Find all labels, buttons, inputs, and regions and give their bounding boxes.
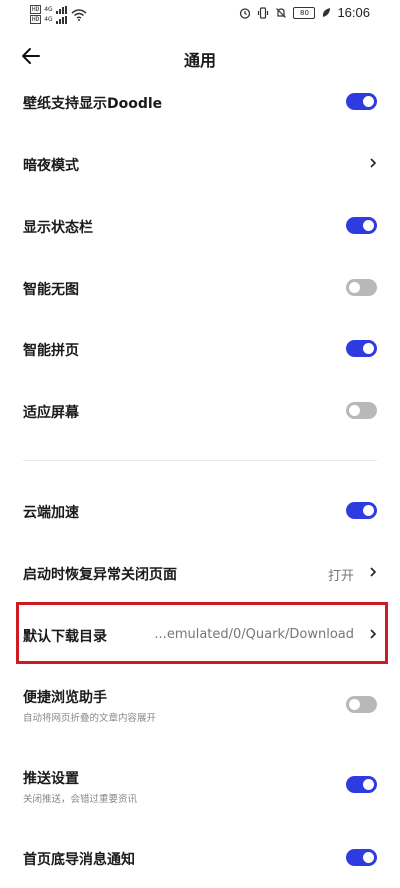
setting-label: 推送设置 (23, 771, 79, 787)
chevron-right-icon (370, 567, 377, 577)
setting-no-image[interactable]: 智能无图 (0, 256, 400, 316)
setting-status-bar[interactable]: 显示状态栏 (0, 194, 400, 254)
page-title: 通用 (183, 51, 216, 70)
signal-icon (55, 5, 67, 14)
section-divider (23, 460, 377, 461)
chevron-right-icon (370, 158, 377, 168)
status-bar-right: 80 16:06 (239, 5, 370, 20)
leaf-icon (323, 7, 331, 17)
setting-restore-pages[interactable]: 启动时恢复异常关闭页面 打开 (0, 542, 400, 602)
sim1-badge: HD (30, 5, 42, 14)
toggle-knob (363, 505, 374, 516)
setting-label: 云端加速 (23, 505, 79, 521)
no-image-toggle[interactable] (346, 279, 377, 296)
setting-label: 显示状态栏 (23, 220, 93, 236)
setting-label: 智能拼页 (23, 343, 79, 359)
setting-fit-screen[interactable]: 适应屏幕 (0, 379, 400, 439)
setting-dark-mode[interactable]: 暗夜模式 (0, 133, 400, 193)
setting-label: 暗夜模式 (23, 158, 79, 174)
clock: 16:06 (337, 5, 370, 20)
battery-icon: 80 (293, 6, 316, 19)
vibrate-icon (258, 6, 269, 19)
status-bar-left: HD 4G HD 4G (30, 5, 87, 24)
fit-screen-toggle[interactable] (346, 402, 377, 419)
network-type-2: 4G (44, 16, 53, 23)
doodle-toggle[interactable] (346, 93, 377, 110)
setting-push[interactable]: 推送设置 关闭推送，会错过重要资讯 (0, 754, 400, 814)
battery-level: 80 (299, 8, 309, 17)
setting-cloud-accel[interactable]: 云端加速 (0, 480, 400, 540)
toggle-knob (363, 779, 374, 790)
sim2-badge: HD (30, 15, 42, 24)
toggle-knob (363, 220, 374, 231)
setting-label: 首页底导消息通知 (23, 852, 135, 868)
highlight-box (16, 602, 388, 664)
mute-icon (276, 7, 287, 18)
status-bar-toggle[interactable] (346, 217, 377, 234)
toggle-knob (349, 282, 360, 293)
setting-label: 壁纸支持显示Doodle (23, 96, 163, 112)
sim-indicators: HD 4G HD 4G (30, 5, 67, 24)
setting-description: 关闭推送，会错过重要资讯 (23, 794, 138, 805)
setting-description: 自动将网页折叠的文章内容展开 (23, 713, 157, 724)
push-toggle[interactable] (346, 776, 377, 793)
setting-label: 启动时恢复异常关闭页面 (23, 567, 177, 583)
setting-label: 便捷浏览助手 (23, 690, 107, 706)
toggle-knob (363, 343, 374, 354)
setting-doodle[interactable]: 壁纸支持显示Doodle (0, 71, 400, 131)
toggle-knob (363, 852, 374, 863)
setting-page-merge[interactable]: 智能拼页 (0, 318, 400, 378)
bottom-notify-toggle[interactable] (346, 849, 377, 866)
toggle-knob (363, 96, 374, 107)
page-merge-toggle[interactable] (346, 340, 377, 357)
toggle-knob (349, 699, 360, 710)
status-bar: HD 4G HD 4G 80 16:06 (0, 0, 400, 28)
setting-label: 智能无图 (23, 282, 79, 298)
network-type-1: 4G (44, 6, 53, 13)
setting-label: 适应屏幕 (23, 405, 79, 421)
quick-browse-toggle[interactable] (346, 696, 377, 713)
setting-quick-browse[interactable]: 便捷浏览助手 自动将网页折叠的文章内容展开 (0, 673, 400, 733)
wifi-icon (71, 8, 87, 21)
setting-bottom-notify[interactable]: 首页底导消息通知 (0, 826, 400, 886)
toggle-knob (349, 405, 360, 416)
restore-pages-value: 打开 (327, 569, 354, 584)
signal-icon (55, 15, 67, 24)
alarm-icon (240, 7, 251, 19)
cloud-accel-toggle[interactable] (346, 502, 377, 519)
